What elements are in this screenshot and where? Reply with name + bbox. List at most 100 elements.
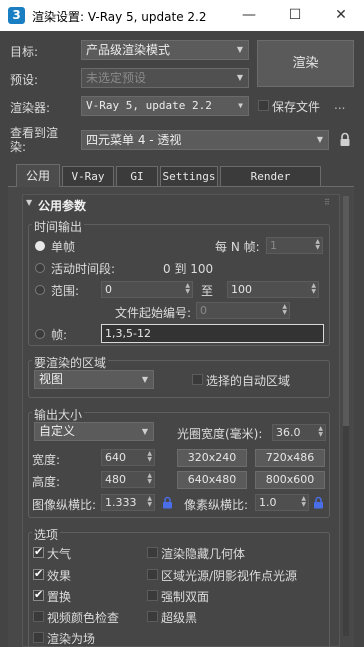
render-to-fields-checkbox[interactable] (33, 632, 44, 643)
file-start-spinner[interactable]: 0 ▲ ▼ (196, 302, 290, 319)
area-lights-checkbox[interactable] (147, 569, 158, 580)
tab-render-elements[interactable]: Render Elements (220, 166, 321, 202)
chevron-down-icon: ▼ (141, 375, 148, 384)
preset-720x486-button[interactable]: 720x486 (255, 449, 325, 467)
chevron-down-icon: ▼ (236, 45, 243, 54)
pixel-aspect-lock-icon[interactable] (313, 496, 324, 509)
effects-checkbox[interactable] (33, 567, 44, 580)
frames-radio[interactable] (35, 329, 45, 339)
active-segment-value: 0 到 100 (163, 262, 214, 276)
video-color-check-label: 视频颜色检查 (47, 611, 120, 625)
range-to-label: 至 (201, 284, 214, 298)
atmosphere-checkbox[interactable] (33, 545, 44, 558)
chevron-down-icon: ▼ (141, 427, 148, 436)
spinner-arrows-icon: ▲ ▼ (311, 282, 316, 295)
aperture-value: 36.0 (276, 426, 301, 439)
file-start-value: 0 (200, 304, 207, 317)
image-aspect-label: 图像纵横比: (32, 498, 97, 512)
frames-input[interactable]: 1,3,5-12 (101, 324, 324, 343)
view-label-line2: 染: (10, 140, 27, 154)
image-aspect-spinner[interactable]: 1.333 ▲ ▼ (101, 494, 155, 511)
render-hidden-checkbox[interactable] (147, 547, 158, 558)
preset-800x600-button[interactable]: 800x600 (255, 471, 325, 489)
lock-icon[interactable] (339, 132, 351, 147)
render-button[interactable]: 渲染 (257, 40, 354, 87)
target-value: 产品级渲染模式 (86, 43, 171, 57)
preset-dropdown[interactable]: 未选定预设 ▼ (81, 68, 249, 88)
height-label: 高度: (32, 475, 61, 489)
range-from-value: 0 (105, 283, 112, 296)
force-2sided-checkbox[interactable] (147, 590, 158, 601)
width-value: 640 (105, 451, 126, 464)
file-start-label: 文件起始编号: (115, 306, 192, 320)
range-to-spinner[interactable]: 100 ▲ ▼ (227, 281, 319, 298)
view-dropdown[interactable]: 四元菜单 4 - 透视 ▼ (81, 130, 329, 150)
chevron-down-icon: ▼ (238, 101, 243, 110)
single-frame-label: 单帧 (51, 240, 76, 254)
view-value: 四元菜单 4 - 透视 (86, 133, 182, 147)
save-file-checkbox[interactable] (258, 100, 269, 111)
drag-handle-icon[interactable]: ⠿ (324, 198, 330, 207)
aperture-spinner[interactable]: 36.0 ▲ ▼ (272, 424, 326, 441)
aperture-label: 光圈宽度(毫米): (177, 427, 263, 441)
preset-value: 未选定预设 (86, 71, 147, 85)
width-spinner[interactable]: 640 ▲ ▼ (101, 449, 155, 466)
frames-label: 帧: (51, 328, 68, 342)
tab-vray[interactable]: V-Ray (62, 166, 114, 186)
preset-320x240-button[interactable]: 320x240 (177, 449, 247, 467)
height-spinner[interactable]: 480 ▲ ▼ (101, 471, 155, 488)
displacement-checkbox[interactable] (33, 588, 44, 601)
spinner-arrows-icon: ▲ ▼ (147, 450, 152, 463)
force-2sided-label: 强制双面 (161, 590, 210, 604)
tab-common[interactable]: 公用 (16, 164, 60, 187)
range-to-value: 100 (231, 283, 252, 296)
atmosphere-label: 大气 (47, 547, 72, 561)
pixel-aspect-label: 像素纵横比: (184, 498, 249, 512)
tab-gi[interactable]: GI (116, 166, 158, 186)
scrollbar-thumb[interactable] (343, 196, 349, 426)
output-size-value: 自定义 (39, 424, 76, 438)
range-from-spinner[interactable]: 0 ▲ ▼ (101, 281, 193, 298)
window-title: 渲染设置: V-Ray 5, update 2.2 (32, 10, 207, 24)
target-dropdown[interactable]: 产品级渲染模式 ▼ (81, 40, 249, 60)
app-icon: 3 (8, 7, 25, 24)
spinner-arrows-icon: ▲ ▼ (147, 495, 152, 508)
area-dropdown[interactable]: 视图 ▼ (34, 370, 154, 389)
spinner-arrows-icon: ▲ ▼ (147, 472, 152, 485)
image-aspect-value: 1.333 (105, 496, 137, 509)
tab-settings[interactable]: Settings (160, 166, 218, 186)
range-radio[interactable] (35, 285, 45, 295)
output-size-dropdown[interactable]: 自定义 ▼ (34, 422, 154, 441)
output-size-title: 输出大小 (32, 406, 85, 423)
height-value: 480 (105, 473, 126, 486)
pixel-aspect-spinner[interactable]: 1.0 ▲ ▼ (255, 494, 309, 511)
maximize-button[interactable]: ☐ (272, 0, 318, 31)
active-segment-radio[interactable] (35, 263, 45, 273)
every-n-spinner[interactable]: 1 ▲ ▼ (266, 237, 323, 254)
close-button[interactable]: ✕ (318, 0, 364, 31)
spinner-arrows-icon: ▲ ▼ (315, 238, 320, 251)
super-black-label: 超级黑 (161, 611, 198, 625)
more-button[interactable]: ... (334, 98, 345, 112)
image-aspect-lock-icon[interactable] (162, 496, 173, 509)
spinner-arrows-icon: ▲ ▼ (301, 495, 306, 508)
chevron-down-icon: ▼ (316, 135, 323, 144)
auto-region-label: 选择的自动区域 (206, 374, 291, 388)
collapse-triangle-icon[interactable]: ▼ (26, 198, 32, 207)
width-label: 宽度: (32, 453, 61, 467)
displacement-label: 置换 (47, 590, 72, 604)
single-frame-radio[interactable] (35, 241, 45, 251)
spinner-arrows-icon: ▲ ▼ (185, 282, 190, 295)
options-title: 选项 (32, 526, 61, 543)
video-color-check-checkbox[interactable] (33, 611, 44, 622)
render-to-fields-label: 渲染为场 (47, 632, 96, 646)
minimize-button[interactable]: — (226, 0, 272, 31)
auto-region-checkbox[interactable] (192, 374, 203, 385)
rollout-title[interactable]: 公用参数 (38, 197, 86, 214)
renderer-dropdown[interactable]: V-Ray 5, update 2.2 ▼ (81, 96, 249, 116)
preset-640x480-button[interactable]: 640x480 (177, 471, 247, 489)
spinner-arrows-icon: ▲ ▼ (318, 425, 323, 438)
renderer-value: V-Ray 5, update 2.2 (86, 99, 212, 112)
range-label: 范围: (51, 284, 80, 298)
super-black-checkbox[interactable] (147, 611, 158, 622)
